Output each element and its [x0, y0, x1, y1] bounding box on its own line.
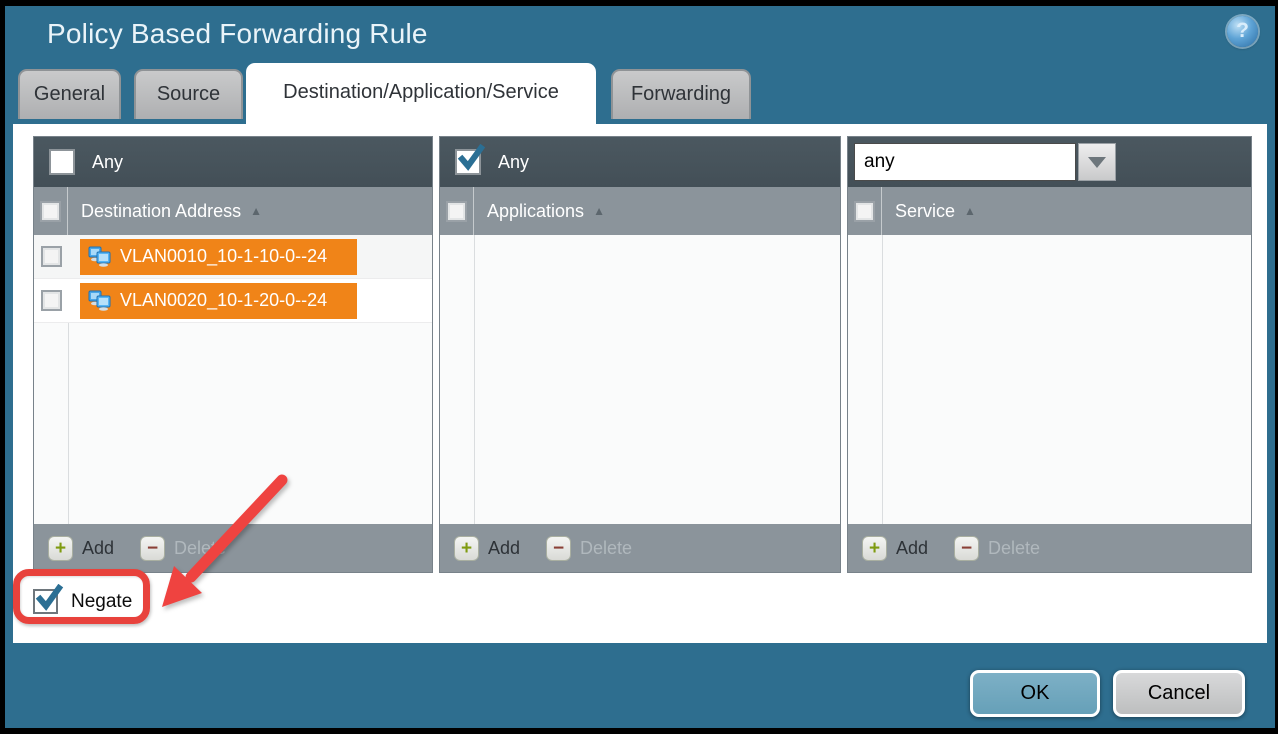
service-panel: any Service ▲ + Add − Delete [847, 136, 1252, 573]
destination-any-checkbox[interactable] [49, 149, 75, 175]
delete-button[interactable]: − Delete [546, 536, 632, 561]
add-button[interactable]: + Add [454, 536, 520, 561]
table-row[interactable]: VLAN0010_10-1-10-0--24 [34, 235, 432, 279]
add-button[interactable]: + Add [48, 536, 114, 561]
service-list [848, 235, 1251, 524]
row-checkbox[interactable] [41, 290, 62, 311]
sort-asc-icon[interactable]: ▲ [250, 204, 262, 218]
tab-general[interactable]: General [18, 69, 121, 119]
destination-column-header[interactable]: Destination Address [68, 201, 241, 222]
service-column-header[interactable]: Service [882, 201, 955, 222]
dropdown-button[interactable] [1078, 143, 1116, 181]
applications-any-label: Any [498, 152, 529, 173]
destination-toolbar: + Add − Delete [34, 524, 432, 572]
service-dropdown-bar: any [848, 137, 1251, 187]
add-icon: + [48, 536, 73, 561]
chevron-down-icon [1088, 157, 1106, 168]
applications-any-bar: Any [440, 137, 840, 187]
address-chip[interactable]: VLAN0010_10-1-10-0--24 [80, 239, 357, 275]
sort-asc-icon[interactable]: ▲ [964, 204, 976, 218]
address-label: VLAN0020_10-1-20-0--24 [120, 290, 327, 311]
dialog-title: Policy Based Forwarding Rule [47, 18, 428, 50]
delete-button[interactable]: − Delete [954, 536, 1040, 561]
help-icon[interactable]: ? [1227, 16, 1258, 47]
negate-checkbox[interactable] [33, 589, 58, 614]
address-chip[interactable]: VLAN0020_10-1-20-0--24 [80, 283, 357, 319]
add-icon: + [862, 536, 887, 561]
add-icon: + [454, 536, 479, 561]
network-icon [88, 246, 111, 267]
table-row[interactable]: VLAN0020_10-1-20-0--24 [34, 279, 432, 323]
service-dropdown-value[interactable]: any [854, 143, 1076, 181]
sort-asc-icon[interactable]: ▲ [593, 204, 605, 218]
applications-toolbar: + Add − Delete [440, 524, 840, 572]
service-toolbar: + Add − Delete [848, 524, 1251, 572]
negate-control: Negate [33, 589, 132, 614]
destination-panel: Any Destination Address ▲ [33, 136, 433, 573]
applications-panel: Any Applications ▲ + Add − Delete [439, 136, 841, 573]
applications-select-all-checkbox[interactable] [446, 201, 467, 222]
applications-any-checkbox[interactable] [455, 149, 481, 175]
cancel-button[interactable]: Cancel [1113, 670, 1245, 717]
negate-label: Negate [71, 591, 132, 613]
destination-any-label: Any [92, 152, 123, 173]
ok-button[interactable]: OK [970, 670, 1100, 717]
destination-column-header-row: Destination Address ▲ [34, 187, 432, 235]
delete-icon: − [546, 536, 571, 561]
network-icon [88, 290, 111, 311]
policy-forwarding-dialog: Policy Based Forwarding Rule ? General S… [0, 0, 1278, 734]
service-select-all-checkbox[interactable] [854, 201, 875, 222]
delete-button[interactable]: − Delete [140, 536, 226, 561]
address-label: VLAN0010_10-1-10-0--24 [120, 246, 327, 267]
destination-list: VLAN0010_10-1-10-0--24 VLAN0020_10-1-20-… [34, 235, 432, 524]
tab-destination-application-service[interactable]: Destination/Application/Service [246, 63, 596, 125]
add-button[interactable]: + Add [862, 536, 928, 561]
service-dropdown[interactable]: any [854, 143, 1116, 181]
column-divider [474, 235, 475, 524]
applications-column-header[interactable]: Applications [474, 201, 584, 222]
tab-source[interactable]: Source [134, 69, 243, 119]
column-divider [882, 235, 883, 524]
row-checkbox[interactable] [41, 246, 62, 267]
delete-icon: − [140, 536, 165, 561]
destination-select-all-checkbox[interactable] [40, 201, 61, 222]
tab-forwarding[interactable]: Forwarding [611, 69, 751, 119]
applications-column-header-row: Applications ▲ [440, 187, 840, 235]
delete-icon: − [954, 536, 979, 561]
service-column-header-row: Service ▲ [848, 187, 1251, 235]
applications-list [440, 235, 840, 524]
destination-any-bar: Any [34, 137, 432, 187]
